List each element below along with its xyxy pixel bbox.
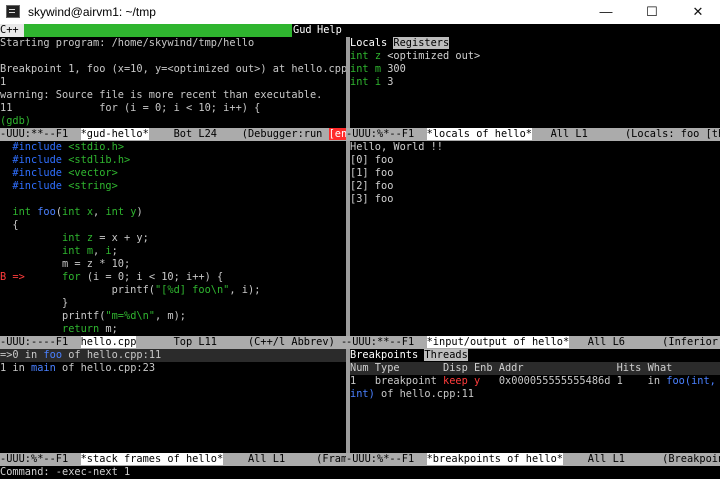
modeline-breakpoints: -UUU:%*--F1 *breakpoints of hello* All L… <box>346 453 720 466</box>
modeline-buffer-name[interactable]: *gud-hello* <box>80 128 149 140</box>
io-output-line: [2] foo <box>350 180 394 192</box>
tab-breakpoints[interactable]: Breakpoints <box>350 349 419 361</box>
source-line[interactable]: int m, i; <box>0 245 346 258</box>
local-variable-row[interactable]: int m 300 <box>350 63 720 76</box>
source-line[interactable]: return m; <box>0 323 346 336</box>
source-line[interactable]: int foo(int x, int y) <box>0 206 346 219</box>
menu-gud[interactable]: Gud <box>293 24 319 37</box>
breakpoint-row[interactable]: 1 breakpoint keep y 0x000055555555486d 1… <box>350 375 720 388</box>
source-line-current[interactable]: B => for (i = 0; i < 10; i++) { <box>0 271 346 284</box>
io-output-line: [0] foo <box>350 154 394 166</box>
tab-threads[interactable]: Threads <box>424 349 468 361</box>
emacs-frame: C++ print go run until next step finish … <box>0 24 720 479</box>
breakpoints-tab-header: Breakpoints Threads <box>350 349 720 362</box>
locals-tab-header: Locals Registers <box>350 37 720 50</box>
gdb-output-line: warning: Source file is more recent than… <box>0 89 323 101</box>
title-bar: skywind@airvm1: ~/tmp — ☐ ✕ <box>0 0 720 24</box>
modeline-source: -UUU:----F1 hello.cpp Top L11 (C++/l Abb… <box>0 336 346 349</box>
gdb-output-line: 11 for (i = 0; i < 10; i++) { <box>0 102 261 114</box>
modeline-locals: -UUU:%*--F1 *locals of hello* All L1 (Lo… <box>346 128 720 141</box>
local-variable-row[interactable]: int i 3 <box>350 76 720 89</box>
terminal-window: skywind@airvm1: ~/tmp — ☐ ✕ C++ print go… <box>0 0 720 479</box>
breakpoint-marker[interactable]: B => <box>0 271 25 283</box>
source-line[interactable]: m = z * 10; <box>0 258 346 271</box>
source-line[interactable]: printf("m=%d\n", m); <box>0 310 346 323</box>
maximize-button[interactable]: ☐ <box>629 0 675 24</box>
menu-help[interactable]: Help <box>317 24 347 37</box>
modeline-buffer-name[interactable]: *stack frames of hello* <box>80 453 224 465</box>
source-line[interactable]: printf("[%d] foo\n", i); <box>0 284 346 297</box>
tab-registers[interactable]: Registers <box>393 37 450 49</box>
minibuffer[interactable]: Command: -exec-next 1 <box>0 466 720 479</box>
gdb-prompt[interactable]: (gdb) <box>0 115 346 128</box>
minimize-button[interactable]: — <box>583 0 629 24</box>
modeline-buffer-name[interactable]: hello.cpp <box>80 336 137 348</box>
io-output-line: [3] foo <box>350 193 394 205</box>
source-line[interactable]: int z = x + y; <box>0 232 346 245</box>
tab-locals[interactable]: Locals <box>350 37 388 49</box>
gud-toolbar: print go run until next step finish up d… <box>24 24 292 37</box>
source-line[interactable]: { <box>0 219 346 232</box>
window-title: skywind@airvm1: ~/tmp <box>28 5 156 19</box>
menu-bar: C++ print go run until next step finish … <box>0 24 720 37</box>
close-button[interactable]: ✕ <box>675 0 720 24</box>
local-variable-row[interactable]: int z <optimized out> <box>350 50 720 63</box>
source-line[interactable]: } <box>0 297 346 310</box>
io-output-line: Hello, World !! <box>350 141 443 153</box>
modeline-io: -UUU:**--F1 *input/output of hello* All … <box>346 336 720 349</box>
modeline-gud: -UUU:**--F1 *gud-hello* Bot L24 (Debugge… <box>0 128 346 141</box>
modeline-end-tag: [end-s <box>328 128 346 140</box>
breakpoints-column-header: Num Type Disp Enb Addr Hits What <box>350 362 720 375</box>
modeline-frames: -UUU:%*--F1 *stack frames of hello* All … <box>0 453 346 466</box>
modeline-buffer-name[interactable]: *breakpoints of hello* <box>426 453 563 465</box>
breakpoint-row-continued[interactable]: int) of hello.cpp:11 <box>350 388 720 401</box>
terminal-app-icon <box>6 5 20 18</box>
modeline-buffer-name[interactable]: *locals of hello* <box>426 128 532 140</box>
io-output-line: [1] foo <box>350 167 394 179</box>
modeline-buffer-name[interactable]: *input/output of hello* <box>426 336 570 348</box>
